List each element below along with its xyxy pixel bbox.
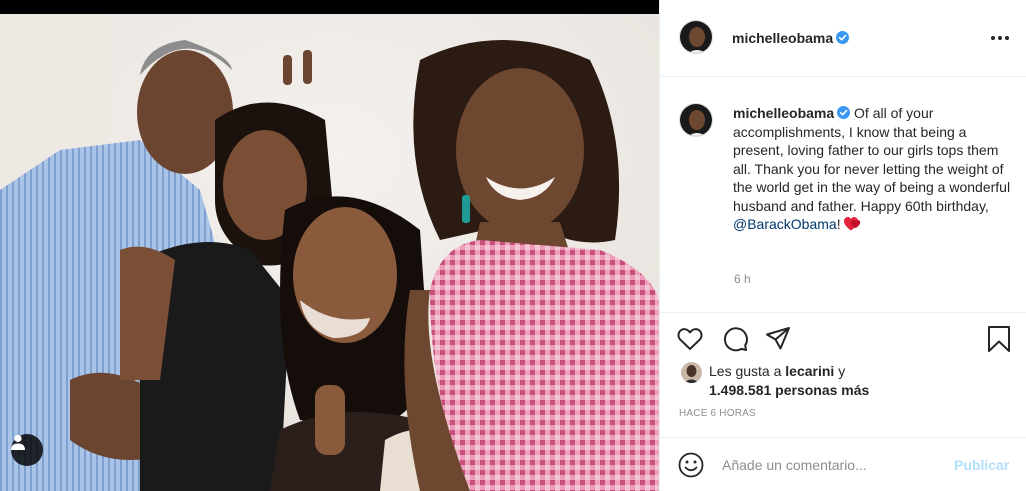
user-tag-icon xyxy=(11,434,25,450)
profile-photo xyxy=(680,21,712,53)
liker-username[interactable]: lecarini xyxy=(785,363,834,379)
liked-by-text: Les gusta a lecarini y xyxy=(709,363,845,379)
liker-avatar[interactable] xyxy=(681,362,702,383)
avatar[interactable] xyxy=(679,103,713,137)
caption-section: michelleobama Of all of your accomplishm… xyxy=(660,77,1026,312)
relative-time[interactable]: 6 h xyxy=(734,272,751,286)
others-like-count[interactable]: 1.498.581 personas más xyxy=(709,382,869,398)
verified-badge-icon xyxy=(837,106,851,119)
username-text: michelleobama xyxy=(732,30,834,46)
liked-by-connector: y xyxy=(834,363,846,379)
post-caption: michelleobama Of all of your accomplishm… xyxy=(733,104,1018,234)
likes-section: Les gusta a lecarini y 1.498.581 persona… xyxy=(660,360,1026,400)
red-hearts-emoji xyxy=(844,217,861,231)
comment-icon[interactable] xyxy=(721,325,749,353)
heart-icon[interactable] xyxy=(676,325,704,353)
post-header: michelleobama xyxy=(660,0,1026,77)
post-sidebar: michelleobama michelleobama Of all of yo… xyxy=(659,0,1026,491)
more-horizontal-icon[interactable] xyxy=(989,28,1011,48)
liked-by-prefix: Les gusta a xyxy=(709,363,786,379)
comment-input[interactable] xyxy=(722,454,937,476)
post-timestamp[interactable]: HACE 6 HORAS xyxy=(679,408,756,419)
comment-bar: Publicar xyxy=(660,437,1026,491)
action-bar xyxy=(660,312,1026,362)
bookmark-icon[interactable] xyxy=(985,325,1013,353)
paper-plane-icon[interactable] xyxy=(764,325,792,353)
liker-photo xyxy=(681,362,702,383)
caption-text: Of all of your accomplishments, I know t… xyxy=(733,105,1011,214)
mention-link[interactable]: @BarackObama xyxy=(733,216,837,232)
avatar[interactable] xyxy=(679,20,713,54)
tag-people-button[interactable] xyxy=(11,434,43,466)
username-link[interactable]: michelleobama xyxy=(732,30,850,46)
publish-button[interactable]: Publicar xyxy=(954,457,1009,473)
family-photo xyxy=(0,0,659,491)
verified-badge-icon xyxy=(836,31,850,44)
post-photo[interactable] xyxy=(0,0,659,491)
caption-username[interactable]: michelleobama xyxy=(733,105,834,121)
smiley-icon[interactable] xyxy=(677,451,705,479)
profile-photo xyxy=(680,104,712,136)
caption-end: ! xyxy=(836,216,841,232)
